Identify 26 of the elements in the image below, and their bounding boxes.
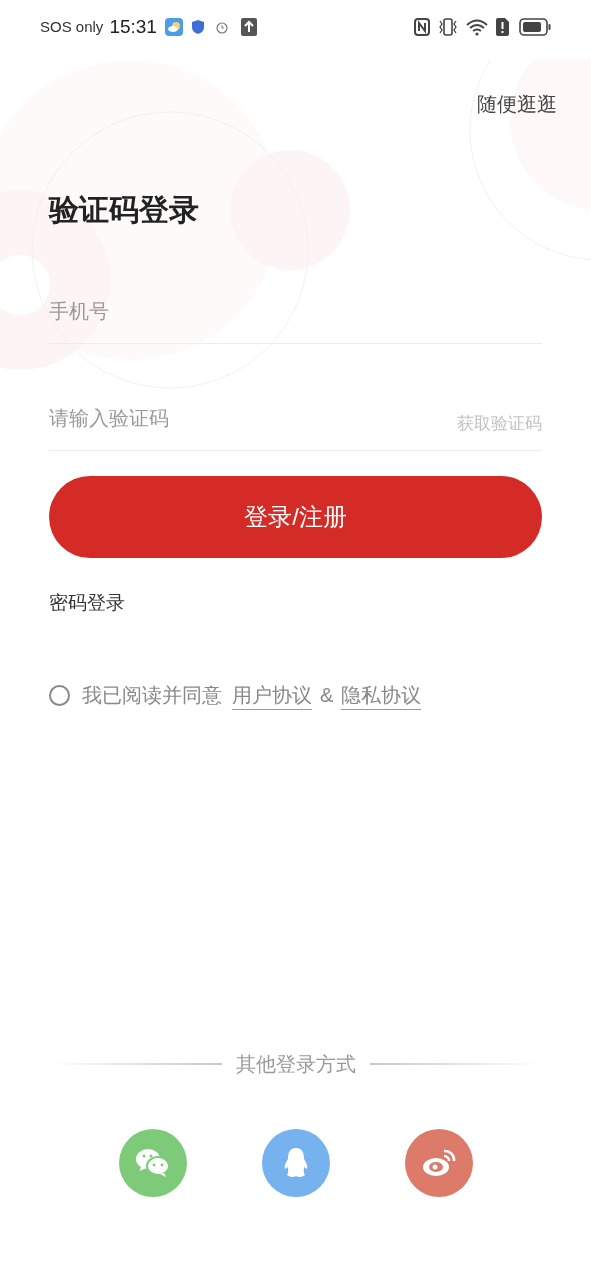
chat-bubbles-icon: [134, 1147, 171, 1179]
user-agreement-link[interactable]: 用户协议: [232, 680, 312, 710]
input-field[interactable]: 手机号: [49, 291, 542, 332]
carrier-text: SOS only: [40, 16, 104, 37]
alarm-clock-icon: [214, 20, 229, 34]
page-title: 验证码登录: [49, 192, 200, 228]
agreement-text: 我已阅读并同意: [82, 683, 222, 708]
penguin-icon: [282, 1147, 309, 1179]
ampersand-text: &: [320, 683, 334, 708]
privacy-policy-link[interactable]: 隐私协议: [341, 680, 422, 710]
sim-alert-icon: [496, 18, 509, 36]
clock-text: 15:31: [109, 14, 157, 39]
agree-checkbox[interactable]: [49, 684, 70, 706]
wifi-icon: [466, 18, 488, 36]
upload-icon: [240, 18, 257, 36]
other-login-title: 其他登录方式: [235, 1052, 356, 1077]
shield-icon: [190, 19, 205, 35]
vibrate-icon: [438, 18, 458, 36]
password-login-link[interactable]: 密码登录: [49, 589, 125, 617]
nfc-icon: [414, 18, 430, 36]
battery-icon: [519, 18, 551, 36]
weather-icon: [164, 18, 183, 36]
input-field[interactable]: 请输入验证码: [49, 398, 457, 439]
skip-link[interactable]: 随便逛逛: [477, 90, 557, 118]
login-button[interactable]: 登录/注册: [49, 476, 542, 558]
eye-signal-icon: [420, 1148, 457, 1178]
